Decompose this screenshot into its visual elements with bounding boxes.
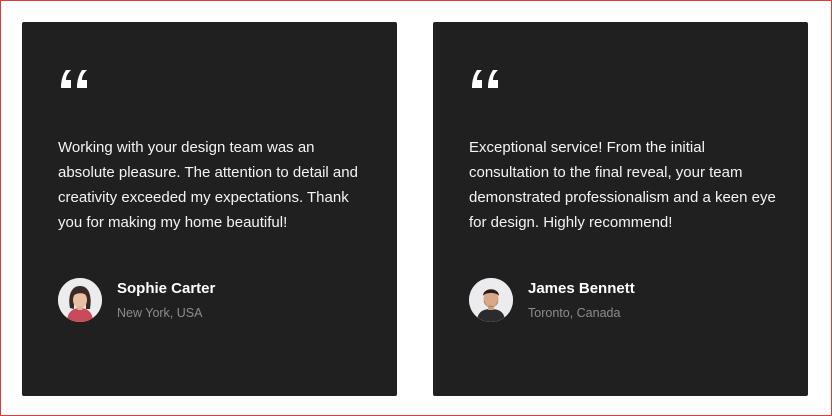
author-location: Toronto, Canada	[528, 306, 621, 320]
testimonial-text: Working with your design team was an abs…	[58, 139, 358, 231]
author-name: James Bennett	[528, 280, 635, 297]
testimonial-card: Exceptional service! From the initial co…	[433, 22, 808, 396]
quote-icon	[472, 70, 498, 88]
testimonial-author: Sophie Carter New York, USA	[58, 277, 215, 323]
author-name: Sophie Carter	[117, 280, 216, 297]
man-portrait-icon	[469, 278, 513, 322]
testimonial-text: Exceptional service! From the initial co…	[469, 139, 776, 231]
author-location: New York, USA	[117, 306, 203, 320]
testimonial-card: Working with your design team was an abs…	[22, 22, 397, 396]
quote-icon	[61, 70, 87, 88]
testimonial-author: James Bennett Toronto, Canada	[469, 277, 635, 323]
avatar	[469, 278, 513, 322]
avatar	[58, 278, 102, 322]
woman-portrait-icon	[58, 278, 102, 322]
